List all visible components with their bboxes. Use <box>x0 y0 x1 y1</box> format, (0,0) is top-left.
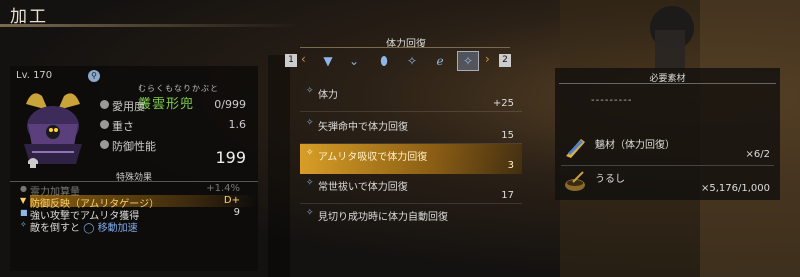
effect-value: D+ <box>223 195 240 206</box>
special-effect-row[interactable]: ● 霊力加算量 +1.4% <box>20 183 256 198</box>
material-quantity: ×5,176/1,000 <box>700 183 770 194</box>
category-title-underline <box>300 47 510 48</box>
effect-label: 矢弾命中で体力回復 <box>318 122 408 133</box>
chevron-left-icon[interactable]: ‹ <box>301 52 306 66</box>
effect-list-item[interactable]: ✧ 見切り成功時に体力自動回復 <box>300 204 522 234</box>
effect-label: 敵を倒すと <box>30 223 80 234</box>
effect-value: 3 <box>507 160 514 171</box>
stat-label: 愛用度 <box>112 100 145 113</box>
sparkle-icon: ✧ <box>306 208 314 218</box>
special-effect-row[interactable]: ✧ 敵を倒すと ◯ 移動加速 <box>20 219 256 234</box>
effect-label: 常世祓いで体力回復 <box>318 182 408 193</box>
effect-list: ✧ 体力 +25 ✧ 矢弾命中で体力回復 15 ✧ アムリタ吸収で体力回復 3 … <box>300 78 522 238</box>
prev-page-button[interactable]: 1 <box>285 54 297 67</box>
material-quantity: ×6/2 <box>745 149 770 160</box>
row-divider <box>300 111 522 112</box>
divider <box>559 83 776 84</box>
talisman-icon <box>566 139 585 158</box>
weight-icon <box>100 120 109 129</box>
sparkle-icon: ✧ <box>306 86 314 96</box>
stat-label: 防御性能 <box>112 140 156 153</box>
sparkle-icon: ✧ <box>306 148 314 158</box>
tab-triangle-icon[interactable]: ▼ <box>317 51 339 71</box>
tab-sparkle-icon-active[interactable]: ✧ <box>457 51 479 71</box>
lock-icon: ⚲ <box>88 70 100 82</box>
effect-label: 体力 <box>318 90 338 101</box>
stat-weight: 重さ 1.6 <box>100 118 246 134</box>
effect-label-suffix: 移動加速 <box>97 223 138 234</box>
divider <box>10 181 258 182</box>
stat-value: 1.6 <box>228 118 247 131</box>
material-item[interactable]: 魑材（体力回復） ×6/2 <box>561 134 774 164</box>
helmet-category-icon <box>26 154 40 168</box>
item-level: Lv. 170 <box>16 70 53 81</box>
sparkle-icon: ✧ <box>306 118 314 128</box>
item-detail-panel: Lv. 170 ⚲ むらくもなりかぶと 叢雲形兜 愛用度 0/999 重さ 1.… <box>10 66 258 271</box>
tab-sparkle-icon[interactable]: ✧ <box>401 51 423 71</box>
defense-icon <box>100 140 109 149</box>
familiarity-icon <box>100 100 109 109</box>
sparkle-icon: ✧ <box>20 220 27 229</box>
chevron-right-icon[interactable]: › <box>485 52 490 66</box>
category-tabs: 1 ‹ ▼ ⌄ ⬮ ✧ ℯ ✧ › 2 <box>283 50 515 72</box>
stat-value: 0/999 <box>214 98 246 111</box>
stat-familiarity: 愛用度 0/999 <box>100 98 246 114</box>
material-name: うるし <box>595 174 625 185</box>
drop-icon: ■ <box>20 208 28 217</box>
material-name: 魑材（体力回復） <box>595 140 675 151</box>
title-underline <box>0 24 300 27</box>
next-page-button[interactable]: 2 <box>499 54 511 67</box>
effect-value: +25 <box>492 98 514 109</box>
tab-curl-icon[interactable]: ℯ <box>429 51 451 71</box>
effect-list-item[interactable]: ✧ 矢弾命中で体力回復 15 <box>300 114 522 144</box>
effect-list-item[interactable]: ✧ 体力 +25 <box>300 82 522 112</box>
effect-label: 見切り成功時に体力自動回復 <box>318 212 448 223</box>
stat-label: 重さ <box>112 120 134 133</box>
bowl-icon <box>565 171 585 191</box>
material-placeholder: --------- <box>591 95 633 106</box>
required-materials-panel: 必要素材 --------- 魑材（体力回復） ×6/2 うるし ×5,176/… <box>555 68 780 200</box>
effect-value: 9 <box>233 207 240 218</box>
special-effect-row[interactable]: ■ 強い攻撃でアムリタ獲得 9 <box>20 207 256 222</box>
special-effect-row-selected[interactable]: ▼ 防御反映（アムリタゲージ） D+ <box>20 195 256 210</box>
effect-value: +1.4% <box>206 183 240 194</box>
effect-label: アムリタ吸収で体力回復 <box>318 152 428 163</box>
tab-drop-icon[interactable]: ⬮ <box>373 51 395 71</box>
effect-list-item-selected[interactable]: ✧ アムリタ吸収で体力回復 3 <box>300 144 522 174</box>
arrow-down-icon: ▼ <box>20 196 27 205</box>
tab-chevron-icon[interactable]: ⌄ <box>343 51 365 71</box>
effect-value: 17 <box>501 190 514 201</box>
bullet-icon: ● <box>20 184 27 193</box>
material-item[interactable]: うるし ×5,176/1,000 <box>561 168 774 198</box>
sparkle-icon: ✧ <box>306 178 314 188</box>
effect-value: 15 <box>501 130 514 141</box>
divider <box>561 165 774 166</box>
defense-value: 199 <box>215 148 246 167</box>
circle-icon: ◯ <box>83 223 95 234</box>
effect-list-item[interactable]: ✧ 常世祓いで体力回復 17 <box>300 174 522 204</box>
